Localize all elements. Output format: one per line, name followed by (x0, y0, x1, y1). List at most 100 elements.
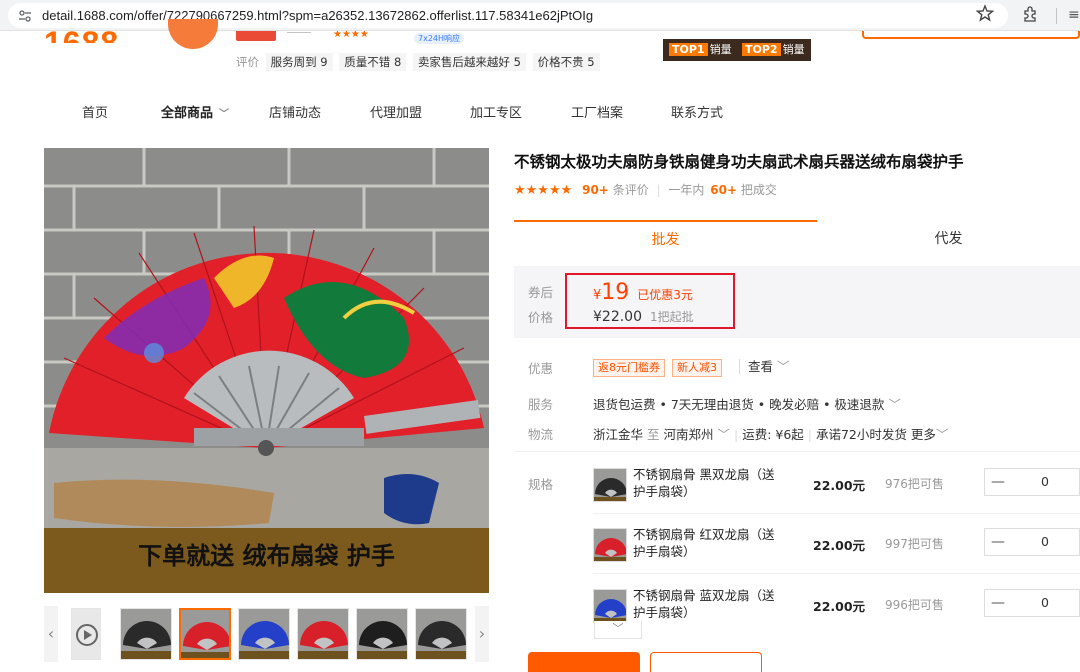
sku-price: 22.00元 (813, 599, 866, 614)
nav-all-products[interactable]: 全部商品 ﹀ (161, 102, 229, 121)
rating-chip: 卖家售后越来越好 5 (412, 53, 526, 71)
main-product-image[interactable]: 下单就送 绒布扇袋 护手 (44, 148, 489, 593)
top1-sales-badge[interactable]: TOP1 销量 (663, 39, 738, 61)
sku-row: 不锈钢扇骨 黑双龙扇（送护手扇袋） 22.00元 976把可售 —0 (593, 466, 1080, 518)
bookmark-star-icon[interactable] (976, 4, 994, 22)
rating-chip: 服务周到 9 (265, 53, 333, 71)
sku-image[interactable] (593, 528, 627, 562)
review-summary: ★★★★★ 90+ 条评价 | 一年内 60+ 把成交 (514, 183, 777, 198)
product-thumbnail[interactable] (179, 608, 231, 660)
nav-agency[interactable]: 代理加盟 (370, 102, 422, 121)
ship-promise: 承诺72小时发货 (815, 427, 907, 442)
shop-badge (236, 31, 276, 41)
sku-stock: 996把可售 (885, 598, 944, 612)
decrease-button[interactable]: — (985, 590, 1011, 616)
price-highlight: ¥19 已优惠3元 ¥22.00 1把起批 (565, 273, 735, 329)
nav-all-products-label: 全部商品 (161, 106, 214, 121)
service-row[interactable]: 退货包运费 • 7天无理由退货 • 晚发必赔 • 极速退款 ﹀ (593, 394, 901, 413)
sku-name: 不锈钢扇骨 黑双龙扇（送护手扇袋） (633, 467, 775, 499)
url-text[interactable]: detail.1688.com/offer/722790667259.html?… (42, 8, 593, 23)
decrease-button[interactable]: — (985, 529, 1011, 555)
purchase-tabs: 批发 代发 (514, 220, 1080, 258)
sku-stock: 976把可售 (885, 477, 944, 491)
play-icon (76, 624, 98, 646)
ship-origin: 浙江金华 (593, 427, 644, 442)
top2-sales-badge[interactable]: TOP2 销量 (736, 39, 811, 61)
sold-count: 60+ (710, 183, 738, 197)
more-logistics-link[interactable]: 更多﹀ (911, 427, 949, 442)
quantity-input[interactable]: 0 (1035, 469, 1055, 495)
sku-image[interactable] (593, 468, 627, 502)
price-label-line1: 券后 (528, 285, 554, 300)
coupon-price-value: 19 (601, 280, 630, 305)
price-label-line2: 价格 (528, 310, 554, 325)
quantity-stepper[interactable]: —0 (984, 528, 1080, 556)
shop-grade-text: ──── (287, 31, 312, 39)
product-thumbnail[interactable] (120, 608, 172, 660)
quantity-input[interactable]: 0 (1035, 590, 1055, 616)
expand-sku-button[interactable]: ﹀ (594, 621, 642, 639)
review-count[interactable]: 90+ (582, 183, 609, 197)
coupon-badge[interactable]: 新人减3 (671, 359, 722, 377)
shipping-fee: 运费: ¥6起 (742, 427, 804, 442)
address-bar[interactable]: detail.1688.com/offer/722790667259.html?… (8, 3, 1008, 28)
product-thumbnail[interactable] (415, 608, 467, 660)
promo-row: 返8元门槛券 新人减3 查看 ﹀ (593, 356, 790, 377)
menu-icon[interactable]: ≡ (1068, 7, 1080, 23)
order-button[interactable] (528, 652, 640, 672)
shop-search-box[interactable] (862, 31, 1080, 39)
sku-row: 不锈钢扇骨 红双龙扇（送护手扇袋） 22.00元 997把可售 —0 (593, 526, 1080, 578)
video-thumbnail[interactable] (71, 608, 101, 660)
tab-wholesale[interactable]: 批发 (514, 220, 817, 258)
min-order: 1把起批 (650, 310, 694, 324)
product-thumbnail[interactable] (297, 608, 349, 660)
sold-prefix: 一年内 (668, 183, 705, 197)
sku-image[interactable] (593, 589, 627, 623)
nav-shop-news[interactable]: 店铺动态 (269, 102, 321, 121)
site-logo[interactable]: 1688 (44, 25, 119, 43)
decrease-button[interactable]: — (985, 469, 1011, 495)
shop-ratings: 评价 服务周到 9 质量不错 8 卖家售后越来越好 5 价格不贵 5 (236, 53, 600, 71)
product-thumbnail[interactable] (356, 608, 408, 660)
rating-stars-icon: ★★★★★ (514, 183, 573, 198)
nav-factory[interactable]: 工厂档案 (571, 102, 623, 121)
nav-processing[interactable]: 加工专区 (470, 102, 522, 121)
sku-fan-image (594, 529, 626, 561)
service-text: 退货包运费 • 7天无理由退货 • 晚发必赔 • 极速退款 (593, 397, 885, 412)
sku-stock: 997把可售 (885, 537, 944, 551)
toolbar-separator (1056, 8, 1057, 24)
review-label[interactable]: 条评价 (613, 183, 649, 197)
chevron-down-icon[interactable]: ﹀ (714, 427, 730, 442)
chevron-right-icon[interactable]: › (475, 606, 489, 662)
nav-contact[interactable]: 联系方式 (671, 102, 723, 121)
shop-stars-icon: ★★★★ (333, 31, 369, 40)
coupon-badge[interactable]: 返8元门槛券 (593, 359, 665, 377)
product-thumbnail[interactable] (238, 608, 290, 660)
badge-label: 销量 (709, 43, 732, 56)
quantity-stepper[interactable]: —0 (984, 589, 1080, 617)
discount-text: 已优惠3元 (637, 288, 693, 302)
shop-avatar[interactable] (168, 19, 218, 49)
original-price: ¥22.00 1把起批 (593, 308, 694, 325)
fan-thumbnail-image (357, 609, 407, 659)
sku-label: 规格 (528, 477, 554, 492)
quantity-stepper[interactable]: —0 (984, 468, 1080, 496)
browser-toolbar: detail.1688.com/offer/722790667259.html?… (0, 0, 1080, 31)
logistics-label: 物流 (528, 427, 554, 442)
view-coupons-link[interactable]: 查看 ﹀ (738, 359, 790, 374)
rating-chip: 质量不错 8 (339, 53, 407, 71)
service-badge: 7x24H响应 (414, 33, 465, 44)
fan-photo (44, 148, 489, 593)
chevron-left-icon[interactable]: ‹ (44, 606, 58, 662)
ship-to: 至 (647, 427, 660, 442)
sku-price: 22.00元 (813, 538, 866, 553)
add-to-cart-button[interactable] (650, 652, 762, 672)
ship-destination[interactable]: 河南郑州 (664, 427, 714, 442)
extensions-icon[interactable] (1022, 5, 1040, 23)
sku-name: 不锈钢扇骨 蓝双龙扇（送护手扇袋） (633, 588, 775, 620)
tab-dropship[interactable]: 代发 (817, 220, 1080, 258)
nav-home[interactable]: 首页 (82, 102, 108, 121)
quantity-input[interactable]: 0 (1035, 529, 1055, 555)
chevron-down-icon: ﹀ (884, 397, 901, 412)
site-settings-icon[interactable] (18, 9, 32, 23)
